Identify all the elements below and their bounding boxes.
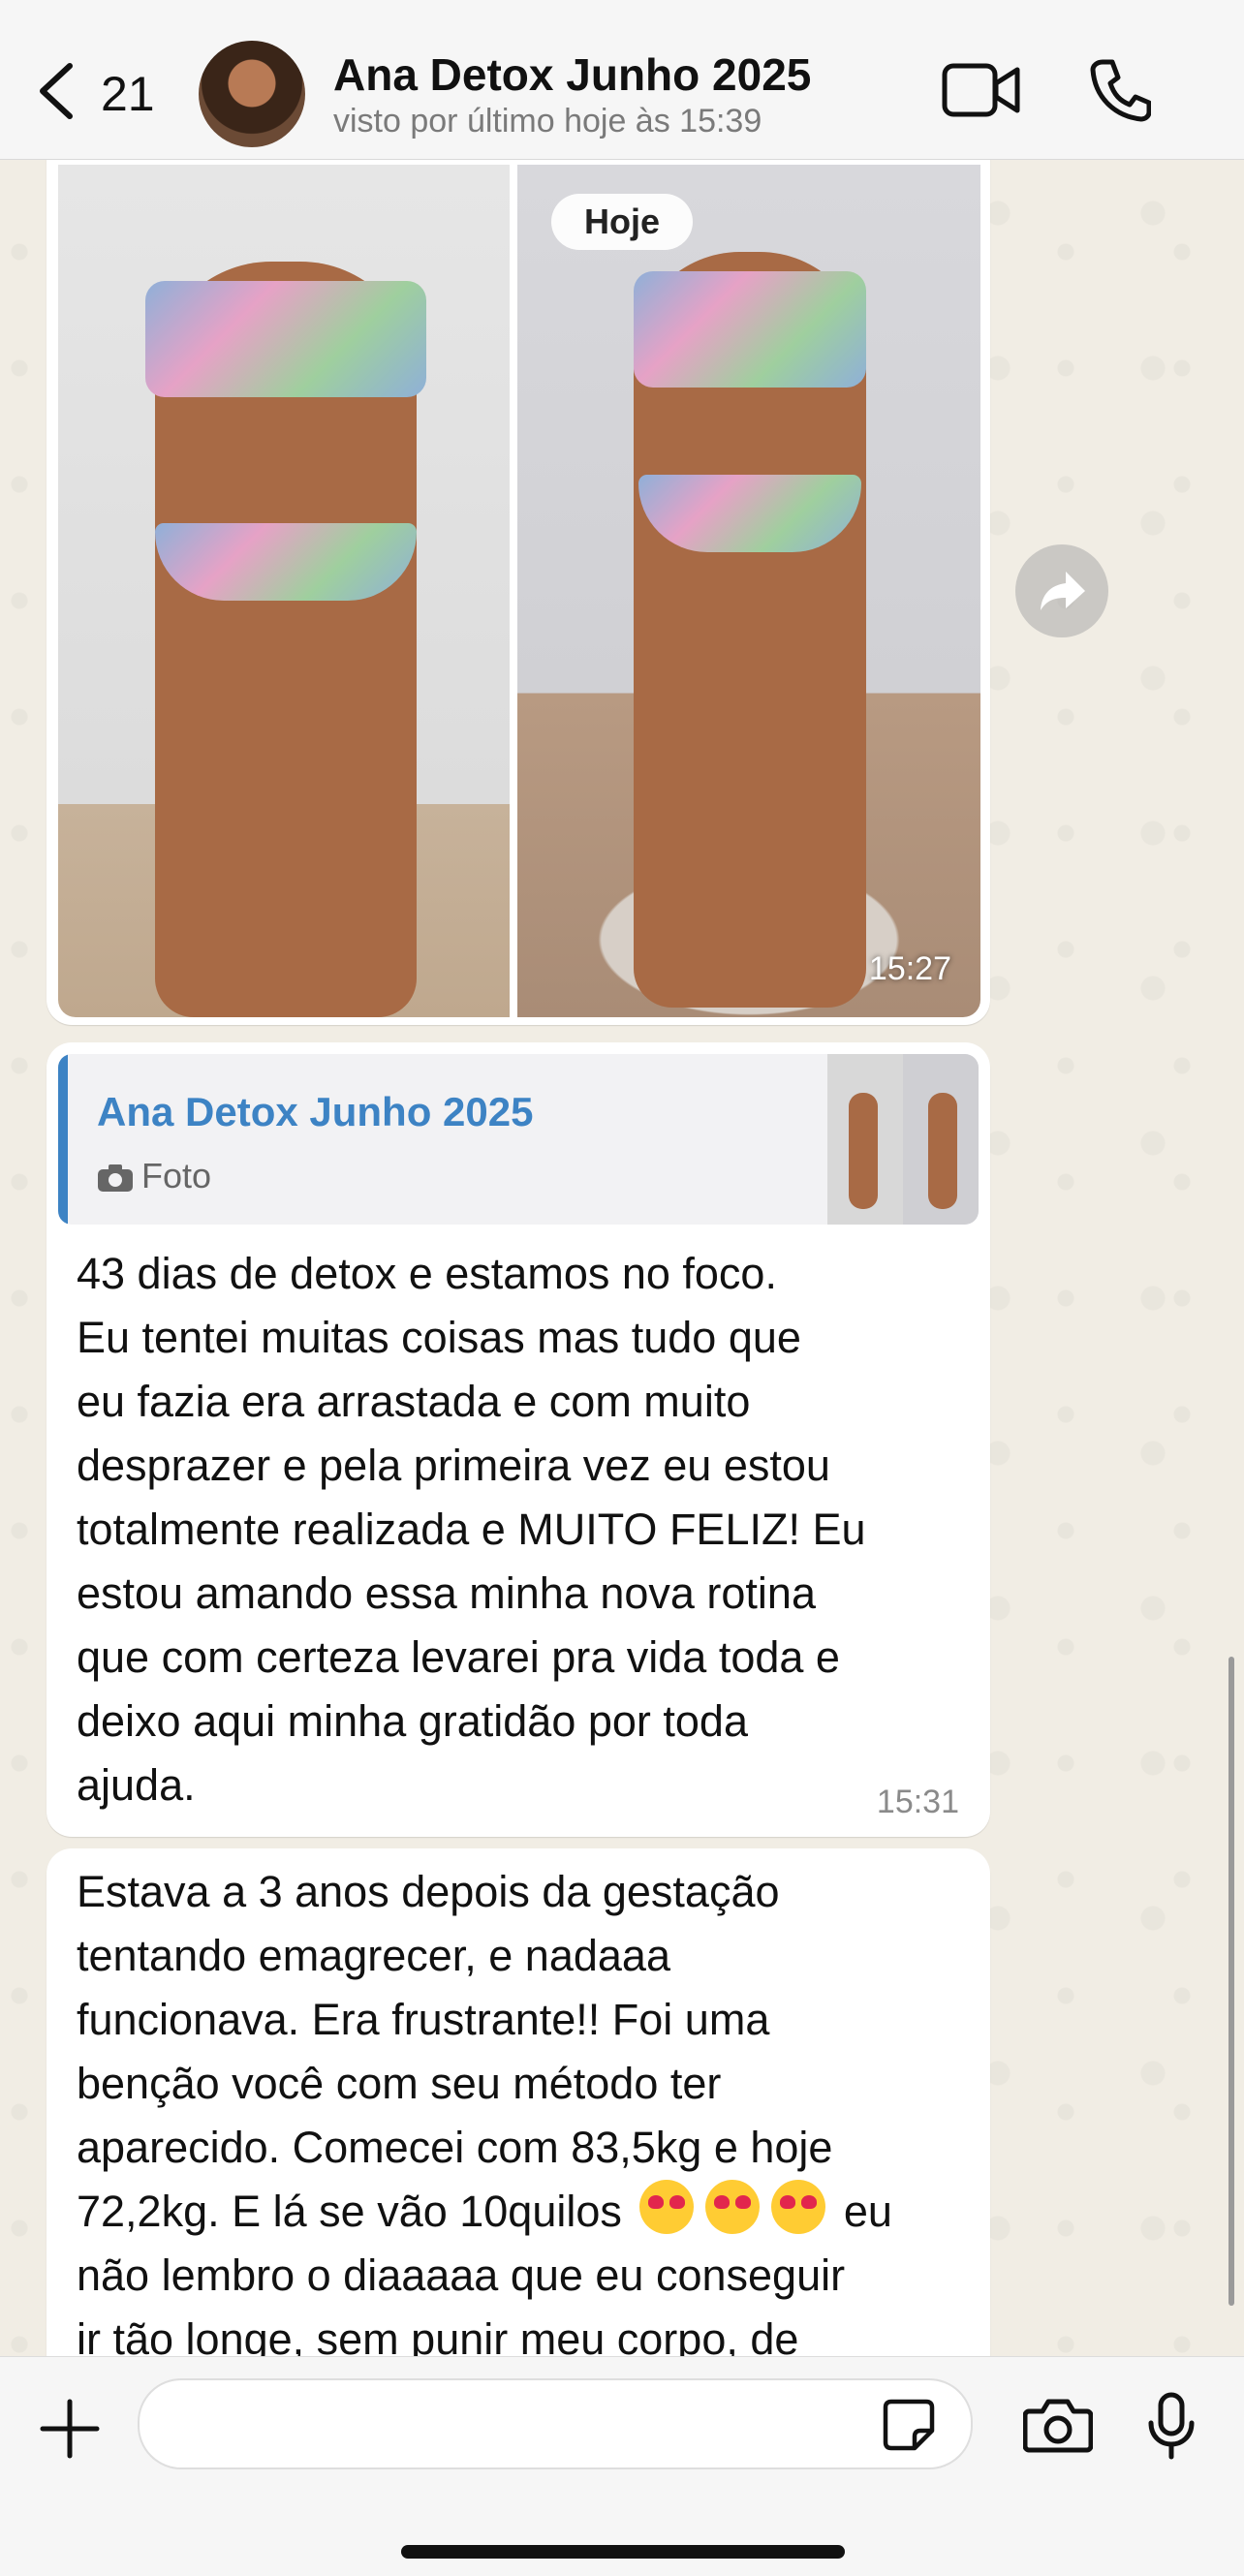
chat-title[interactable]: Ana Detox Junho 2025 [333, 48, 811, 101]
date-chip: Hoje [551, 194, 693, 250]
back-chevron-icon[interactable] [35, 62, 78, 120]
after-photo[interactable]: 15:27 [517, 165, 980, 1017]
avatar[interactable] [199, 41, 305, 147]
text-message[interactable]: Estava a 3 anos depois da gestação tenta… [47, 1848, 990, 2391]
quoted-sender: Ana Detox Junho 2025 [97, 1089, 534, 1134]
reply-message[interactable]: Ana Detox Junho 2025 Foto 43 dias de det… [47, 1042, 990, 1837]
heart-eyes-emoji [771, 2180, 826, 2234]
quoted-type-label: Foto [141, 1156, 212, 1195]
last-seen-status: visto por último hoje às 15:39 [333, 103, 762, 140]
photo-message[interactable]: 15:27 [47, 155, 990, 1025]
sticker-icon[interactable] [882, 2398, 936, 2452]
microphone-icon[interactable] [1147, 2392, 1196, 2460]
plus-icon[interactable] [39, 2398, 101, 2460]
phone-icon[interactable] [1089, 58, 1151, 122]
quoted-type: Foto [97, 1156, 211, 1196]
heart-eyes-emoji [639, 2180, 695, 2234]
quote-accent-bar [58, 1054, 68, 1225]
home-indicator[interactable] [401, 2545, 845, 2559]
video-call-icon[interactable] [942, 60, 1021, 120]
message-time: 15:31 [876, 1784, 959, 1820]
message-text: 43 dias de detox e estamos no foco. Eu t… [77, 1249, 866, 1810]
camera-small-icon [98, 1164, 133, 1193]
message-text: Estava a 3 anos depois da gestação tenta… [77, 1860, 978, 2372]
heart-eyes-emoji [705, 2180, 761, 2234]
message-text-part1: Estava a 3 anos depois da gestação tenta… [77, 1867, 833, 2236]
message-input[interactable] [138, 2378, 973, 2469]
quoted-message[interactable]: Ana Detox Junho 2025 Foto [58, 1054, 979, 1225]
unread-count[interactable]: 21 [101, 66, 155, 122]
message-time: 15:27 [868, 950, 951, 987]
chat-header: 21 Ana Detox Junho 2025 visto por último… [0, 0, 1244, 160]
forward-icon [1041, 572, 1085, 610]
input-bar [0, 2356, 1244, 2576]
forward-button[interactable] [1015, 544, 1108, 637]
camera-icon[interactable] [1023, 2396, 1093, 2454]
before-photo[interactable] [58, 165, 510, 1017]
scrollbar[interactable] [1228, 1657, 1234, 2306]
quoted-thumbnail [827, 1054, 979, 1225]
